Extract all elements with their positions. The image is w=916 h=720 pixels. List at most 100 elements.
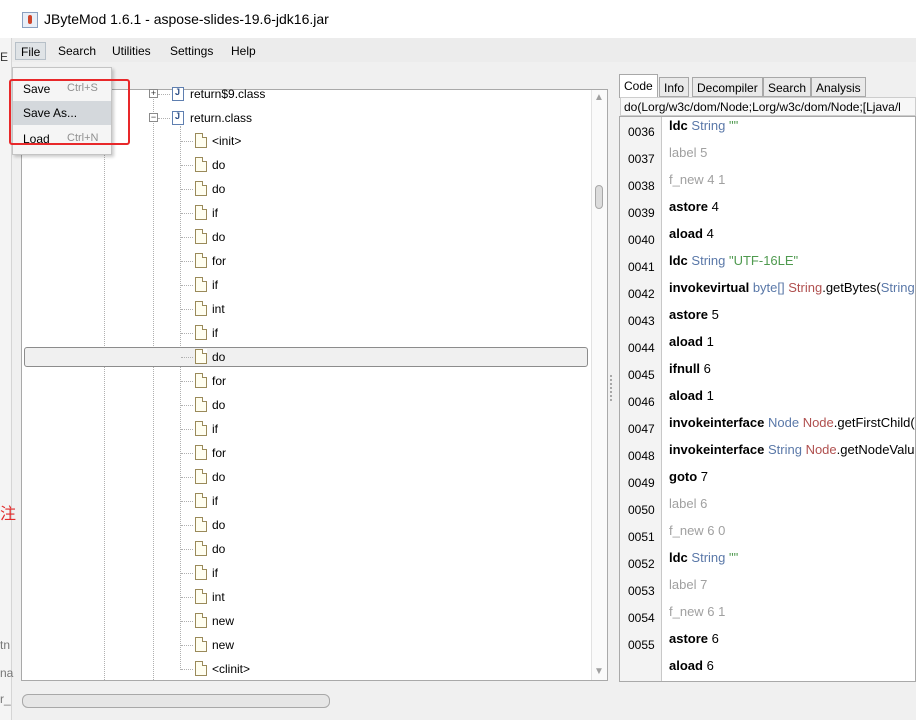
tree-member-label[interactable]: if <box>212 566 218 580</box>
tree-member-label[interactable]: int <box>212 590 225 604</box>
tree-class-label[interactable]: return$9.class <box>190 87 265 101</box>
tree-connector <box>181 213 193 215</box>
code-token: String <box>687 550 726 565</box>
menu-file[interactable]: File <box>15 42 47 60</box>
menu-settings[interactable]: Settings <box>165 42 218 60</box>
tree-member-label[interactable]: do <box>212 398 225 412</box>
tree-member-label[interactable]: if <box>212 278 218 292</box>
expand-icon[interactable]: + <box>149 89 158 98</box>
code-line[interactable]: invokevirtual byte[] String.getBytes(Str… <box>669 280 915 295</box>
method-file-icon <box>195 517 207 532</box>
code-token: 5 <box>708 307 719 322</box>
code-line[interactable]: label 6 <box>669 496 707 511</box>
line-number: 0051 <box>628 530 655 544</box>
code-line[interactable]: label 5 <box>669 145 707 160</box>
tree-member-label[interactable]: do <box>212 182 225 196</box>
tree-member-label[interactable]: for <box>212 446 226 460</box>
method-file-icon <box>195 613 207 628</box>
code-line[interactable]: f_new 6 0 <box>669 523 725 538</box>
method-file-icon <box>195 541 207 556</box>
code-token: Node <box>799 415 834 430</box>
code-line[interactable]: ldc String "" <box>669 118 738 133</box>
tree-connector <box>181 621 193 623</box>
tree-member-label[interactable]: <clinit> <box>212 662 250 676</box>
code-line[interactable]: f_new 6 1 <box>669 604 725 619</box>
tree-connector <box>181 597 193 599</box>
tab-analysis[interactable]: Analysis <box>811 77 866 97</box>
line-number: 0045 <box>628 368 655 382</box>
tree-member-label[interactable]: do <box>212 158 225 172</box>
tree-member-label[interactable]: do <box>212 350 225 364</box>
tree-member-label[interactable]: int <box>212 302 225 316</box>
code-token: astore <box>669 631 709 646</box>
tree-member-label[interactable]: for <box>212 374 226 388</box>
code-line[interactable]: invokeinterface Node Node.getFirstChild( <box>669 415 915 430</box>
code-line[interactable]: astore 4 <box>669 199 719 214</box>
tree-member-label[interactable]: do <box>212 470 225 484</box>
collapse-icon[interactable]: − <box>149 113 158 122</box>
tree-connector <box>181 453 193 455</box>
scroll-up-arrow-icon[interactable]: ▲ <box>594 92 604 103</box>
line-number: 0049 <box>628 476 655 490</box>
tree-member-label[interactable]: if <box>212 494 218 508</box>
code-token: f_new 4 1 <box>669 172 726 187</box>
java-app-icon <box>22 12 38 28</box>
tree-member-label[interactable]: if <box>212 326 218 340</box>
code-line[interactable]: aload 1 <box>669 388 714 403</box>
code-token: f_new 6 0 <box>669 523 726 538</box>
line-number: 0043 <box>628 314 655 328</box>
tree-member-label[interactable]: do <box>212 518 225 532</box>
tree-member-label[interactable]: for <box>212 254 226 268</box>
code-line[interactable]: aload 1 <box>669 334 714 349</box>
code-line[interactable]: f_new 4 1 <box>669 172 725 187</box>
line-number: 0046 <box>628 395 655 409</box>
method-file-icon <box>195 661 207 676</box>
tree-vertical-scrollbar[interactable] <box>591 90 607 680</box>
method-signature: do(Lorg/w3c/dom/Node;Lorg/w3c/dom/Node;[… <box>620 97 916 116</box>
tree-member-label[interactable]: if <box>212 422 218 436</box>
code-token: astore <box>669 307 709 322</box>
code-line[interactable]: ifnull 6 <box>669 361 711 376</box>
code-line[interactable]: label 7 <box>669 577 707 592</box>
tab-search[interactable]: Search <box>763 77 812 97</box>
tree-connector <box>181 165 193 167</box>
class-tree[interactable] <box>21 89 608 681</box>
line-number: 0039 <box>628 206 655 220</box>
code-token: aload <box>669 388 703 403</box>
tree-member-label[interactable]: new <box>212 638 234 652</box>
tree-connector <box>181 381 193 383</box>
edge-fragment: r_ <box>0 692 11 706</box>
code-line[interactable]: invokeinterface String Node.getNodeValu <box>669 442 914 457</box>
tab-decompiler[interactable]: Decompiler <box>692 77 763 97</box>
tree-member-label[interactable]: if <box>212 206 218 220</box>
code-token: Node <box>764 415 800 430</box>
code-token: String <box>784 280 823 295</box>
code-line[interactable]: ldc String "UTF-16LE" <box>669 253 798 268</box>
code-token: aload <box>669 226 703 241</box>
selected-tree-row[interactable] <box>24 347 588 367</box>
code-line[interactable]: aload 4 <box>669 226 714 241</box>
tab-info[interactable]: Info <box>659 77 690 97</box>
tree-member-label[interactable]: do <box>212 542 225 556</box>
tree-member-label[interactable]: new <box>212 614 234 628</box>
highlight-annotation <box>9 79 130 145</box>
code-line[interactable]: aload 6 <box>669 658 714 673</box>
tree-scrollbar-thumb[interactable] <box>595 185 603 209</box>
code-line[interactable]: ldc String "" <box>669 550 738 565</box>
menu-search[interactable]: Search <box>53 42 101 60</box>
tab-code[interactable]: Code <box>619 74 658 98</box>
tree-class-label[interactable]: return.class <box>190 111 252 125</box>
menu-help[interactable]: Help <box>226 42 261 60</box>
menu-utilities[interactable]: Utilities <box>107 42 156 60</box>
code-line[interactable]: goto 7 <box>669 469 708 484</box>
code-view[interactable] <box>619 116 916 682</box>
code-line[interactable]: astore 6 <box>669 631 719 646</box>
method-file-icon <box>195 637 207 652</box>
horizontal-scrollbar-thumb[interactable] <box>22 694 330 708</box>
scroll-down-arrow-icon[interactable]: ▼ <box>594 666 604 677</box>
split-pane-divider[interactable] <box>610 375 616 401</box>
code-line[interactable]: astore 5 <box>669 307 719 322</box>
tree-member-label[interactable]: do <box>212 230 225 244</box>
tree-member-label[interactable]: <init> <box>212 134 241 148</box>
code-token: byte[] <box>749 280 785 295</box>
